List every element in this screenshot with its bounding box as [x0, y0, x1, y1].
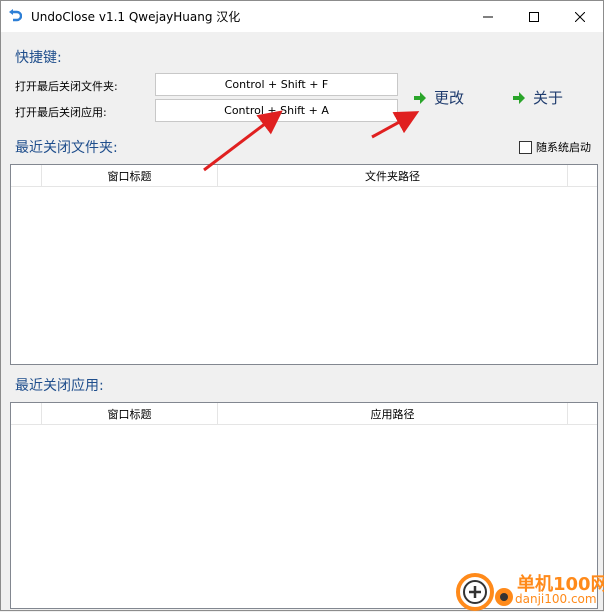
change-button[interactable]: 更改: [413, 87, 464, 108]
watermark-site-url: danji100.com: [515, 592, 597, 606]
maximize-icon: [529, 11, 539, 22]
column-app-path[interactable]: 应用路径: [218, 403, 568, 424]
column-blank[interactable]: [11, 403, 42, 424]
app-hotkey-label: 打开最后关闭应用:: [15, 106, 107, 119]
close-button[interactable]: [557, 1, 603, 32]
column-window-title[interactable]: 窗口标题: [42, 165, 218, 186]
recent-folders-list[interactable]: 窗口标题 文件夹路径: [10, 164, 598, 365]
autostart-label: 随系统启动: [536, 141, 591, 154]
maximize-button[interactable]: [511, 1, 557, 32]
recent-apps-heading: 最近关闭应用:: [15, 378, 104, 394]
change-button-label: 更改: [434, 89, 465, 107]
autostart-checkbox-box[interactable]: [519, 140, 532, 154]
about-button-label: 关于: [533, 89, 564, 107]
about-button[interactable]: 关于: [512, 87, 563, 108]
green-arrow-icon: [513, 91, 525, 104]
column-blank[interactable]: [11, 165, 42, 186]
site-watermark: 单机100网 danji100.com: [455, 566, 604, 611]
recent-folders-list-header: 窗口标题 文件夹路径: [11, 165, 597, 187]
autostart-checkbox[interactable]: 随系统启动: [519, 139, 591, 155]
title-bar: UndoClose v1.1 QwejayHuang 汉化: [1, 1, 603, 32]
danji-logo-dot-icon: [495, 588, 513, 606]
minimize-icon: [483, 16, 493, 17]
close-icon: [575, 11, 585, 22]
folder-hotkey-label: 打开最后关闭文件夹:: [15, 80, 118, 93]
app-hotkey-field[interactable]: Control + Shift + A: [155, 99, 398, 122]
danji-logo-icon: [456, 573, 494, 611]
column-folder-path[interactable]: 文件夹路径: [218, 165, 568, 186]
window-title: UndoClose v1.1 QwejayHuang 汉化: [31, 10, 241, 24]
column-window-title[interactable]: 窗口标题: [42, 403, 218, 424]
shortcuts-heading: 快捷键:: [15, 50, 62, 66]
green-arrow-icon: [414, 91, 426, 104]
minimize-button[interactable]: [465, 1, 511, 32]
undo-app-icon: [9, 9, 22, 22]
folder-hotkey-field[interactable]: Control + Shift + F: [155, 73, 398, 96]
recent-apps-list-header: 窗口标题 应用路径: [11, 403, 597, 425]
recent-folders-heading: 最近关闭文件夹:: [15, 140, 118, 156]
app-window: UndoClose v1.1 QwejayHuang 汉化 快捷键: 打开最后关…: [0, 0, 604, 611]
